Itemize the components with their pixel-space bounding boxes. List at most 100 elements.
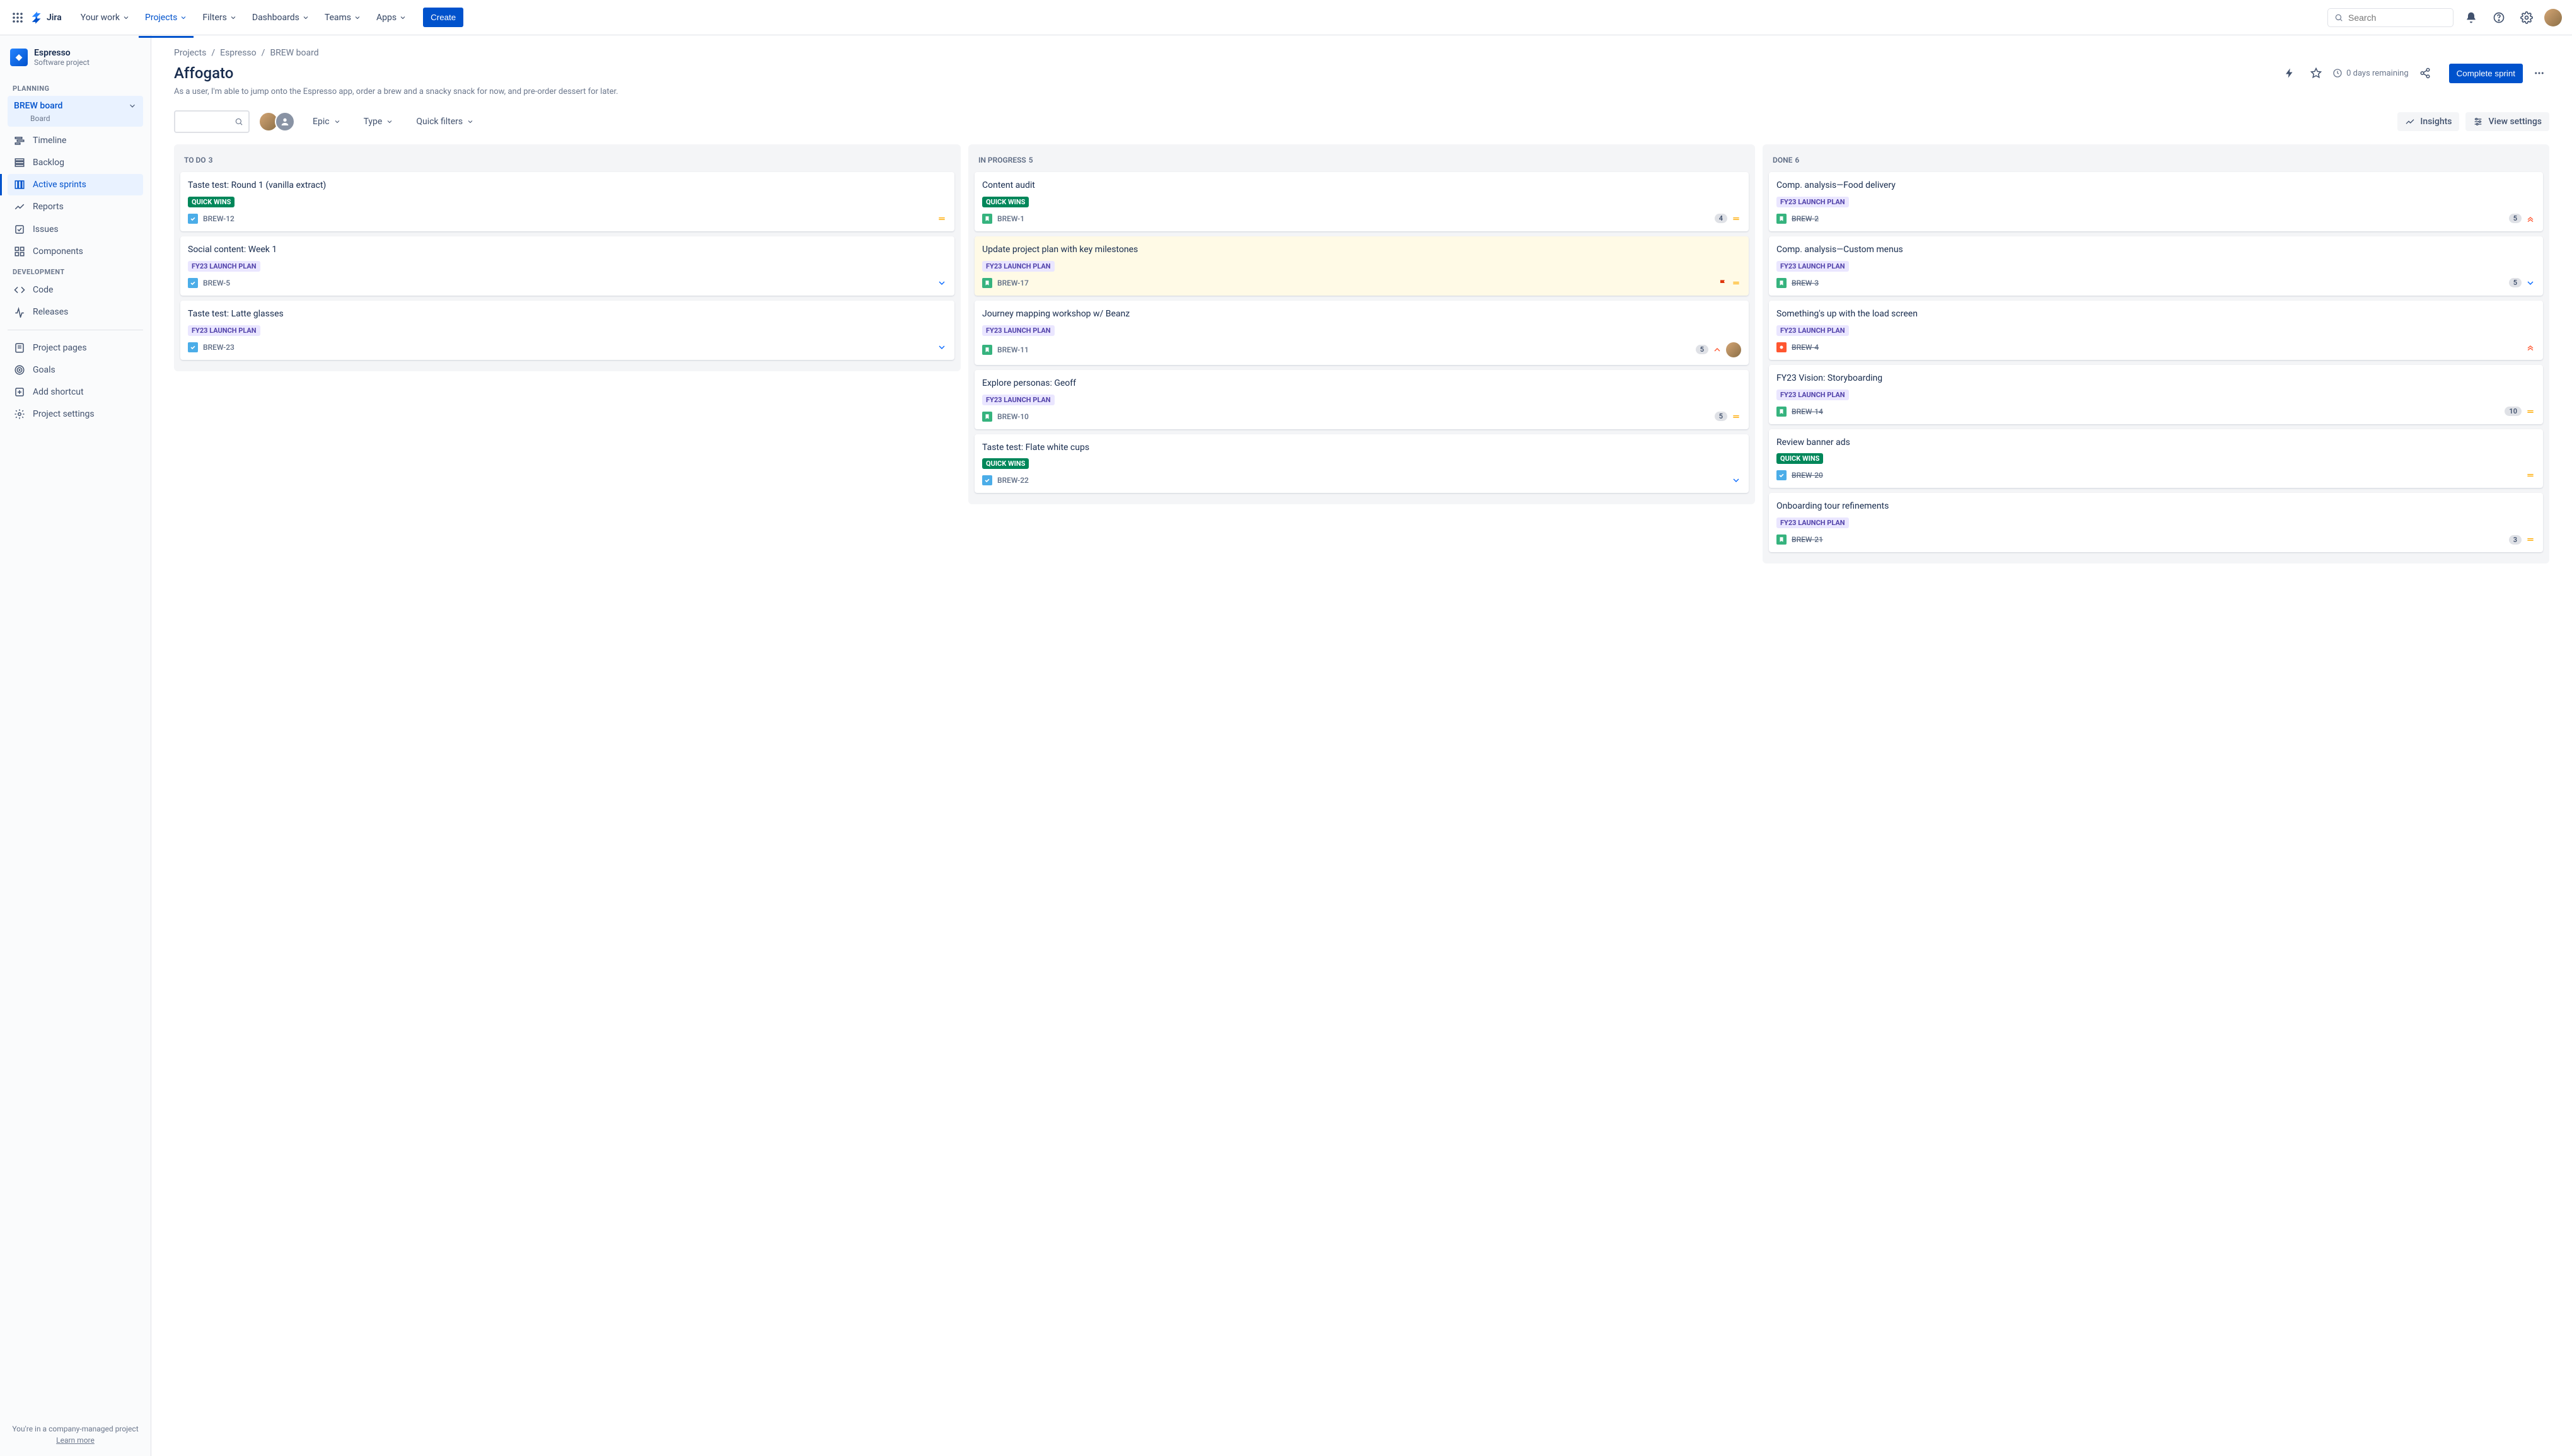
- issue-key[interactable]: BREW-3: [1792, 279, 1819, 287]
- board-search[interactable]: [174, 110, 250, 133]
- priority-medium-icon: [1731, 278, 1741, 288]
- issue-key[interactable]: BREW-2: [1792, 214, 1819, 223]
- issue-card[interactable]: Taste test: Flate white cups QUICK WINS …: [975, 434, 1749, 494]
- unassigned-avatar[interactable]: [275, 112, 295, 132]
- issue-key[interactable]: BREW-21: [1792, 535, 1823, 544]
- issue-key[interactable]: BREW-11: [997, 345, 1029, 354]
- app-switcher-icon[interactable]: [10, 10, 25, 25]
- notifications-icon[interactable]: [2461, 8, 2481, 28]
- issue-card[interactable]: Content audit QUICK WINS BREW-1 4: [975, 172, 1749, 231]
- epic-tag[interactable]: FY23 LAUNCH PLAN: [982, 395, 1055, 405]
- more-icon[interactable]: [2529, 63, 2549, 83]
- sidebar-item-reports[interactable]: Reports: [8, 196, 143, 217]
- jira-logo[interactable]: Jira: [30, 11, 62, 25]
- sidebar-item-components[interactable]: Components: [8, 241, 143, 262]
- epic-tag[interactable]: FY23 LAUNCH PLAN: [1776, 325, 1849, 336]
- sidebar-item-timeline[interactable]: Timeline: [8, 130, 143, 151]
- sidebar-board-name[interactable]: BREW board: [8, 96, 143, 116]
- epic-tag[interactable]: QUICK WINS: [1776, 453, 1823, 464]
- issue-card[interactable]: Journey mapping workshop w/ Beanz FY23 L…: [975, 301, 1749, 365]
- epic-tag[interactable]: FY23 LAUNCH PLAN: [1776, 197, 1849, 207]
- filter-type[interactable]: Type: [359, 113, 399, 130]
- epic-tag[interactable]: FY23 LAUNCH PLAN: [188, 261, 260, 272]
- create-button[interactable]: Create: [423, 8, 463, 27]
- issue-key[interactable]: BREW-22: [997, 476, 1029, 485]
- issue-card[interactable]: Onboarding tour refinements FY23 LAUNCH …: [1769, 493, 2543, 552]
- project-header[interactable]: ◆ Espresso Software project: [8, 48, 143, 67]
- nav-teams[interactable]: Teams: [318, 8, 368, 28]
- filter-quick-filters[interactable]: Quick filters: [411, 113, 479, 130]
- complete-sprint-button[interactable]: Complete sprint: [2449, 64, 2523, 83]
- nav-projects[interactable]: Projects: [139, 8, 194, 28]
- epic-tag[interactable]: FY23 LAUNCH PLAN: [188, 325, 260, 336]
- priority-medium-icon: [1731, 412, 1741, 422]
- issue-card[interactable]: Comp. analysis—Custom menus FY23 LAUNCH …: [1769, 236, 2543, 296]
- nav-filters[interactable]: Filters: [196, 8, 243, 28]
- breadcrumb-item[interactable]: Projects: [174, 48, 206, 58]
- issue-card[interactable]: Taste test: Latte glasses FY23 LAUNCH PL…: [180, 301, 954, 360]
- insights-button[interactable]: Insights: [2397, 112, 2459, 131]
- help-icon[interactable]: [2489, 8, 2509, 28]
- sidebar-item-project-pages[interactable]: Project pages: [8, 337, 143, 359]
- story-points: 3: [2509, 535, 2522, 545]
- assignee-avatar[interactable]: [1726, 342, 1741, 357]
- sidebar-item-active-sprints[interactable]: Active sprints: [8, 174, 143, 195]
- view-settings-button[interactable]: View settings: [2465, 112, 2549, 131]
- sidebar-item-add-shortcut[interactable]: Add shortcut: [8, 381, 143, 403]
- nav-apps[interactable]: Apps: [370, 8, 413, 28]
- card-title: Social content: Week 1: [188, 244, 947, 256]
- filter-epic[interactable]: Epic: [308, 113, 346, 130]
- sidebar-item-project-settings[interactable]: Project settings: [8, 403, 143, 425]
- sidebar-item-goals[interactable]: Goals: [8, 359, 143, 381]
- epic-tag[interactable]: FY23 LAUNCH PLAN: [1776, 517, 1849, 528]
- user-avatar[interactable]: [2544, 9, 2562, 26]
- epic-tag[interactable]: QUICK WINS: [982, 197, 1029, 207]
- issue-card[interactable]: Explore personas: Geoff FY23 LAUNCH PLAN…: [975, 370, 1749, 429]
- issue-key[interactable]: BREW-23: [203, 343, 235, 352]
- issue-key[interactable]: BREW-1: [997, 214, 1024, 223]
- issue-key[interactable]: BREW-4: [1792, 343, 1819, 352]
- epic-tag[interactable]: FY23 LAUNCH PLAN: [982, 325, 1055, 336]
- epic-tag[interactable]: FY23 LAUNCH PLAN: [1776, 390, 1849, 400]
- search-input[interactable]: [2348, 13, 2447, 23]
- assignee-filter[interactable]: [262, 112, 295, 132]
- nav-dashboards[interactable]: Dashboards: [246, 8, 316, 28]
- automation-icon[interactable]: [2279, 63, 2300, 83]
- nav-your-work[interactable]: Your work: [74, 8, 136, 28]
- epic-tag[interactable]: QUICK WINS: [982, 458, 1029, 469]
- breadcrumb-item[interactable]: BREW board: [270, 48, 318, 58]
- issue-key[interactable]: BREW-12: [203, 214, 235, 223]
- sidebar-item-backlog[interactable]: Backlog: [8, 152, 143, 173]
- card-title: Content audit: [982, 180, 1741, 192]
- sidebar-item-issues[interactable]: Issues: [8, 219, 143, 240]
- epic-tag[interactable]: FY23 LAUNCH PLAN: [1776, 261, 1849, 272]
- issue-card[interactable]: Update project plan with key milestones …: [975, 236, 1749, 296]
- story-points: 5: [2509, 278, 2522, 287]
- top-nav: Jira Your work Projects Filters Dashboar…: [0, 0, 2572, 35]
- card-title: Comp. analysis—Food delivery: [1776, 180, 2535, 192]
- story-points: 5: [1715, 412, 1727, 421]
- issue-card[interactable]: Comp. analysis—Food delivery FY23 LAUNCH…: [1769, 172, 2543, 231]
- sidebar-item-releases[interactable]: Releases: [8, 301, 143, 323]
- learn-more-link[interactable]: Learn more: [8, 1436, 143, 1445]
- global-search[interactable]: [2327, 8, 2453, 27]
- issue-key[interactable]: BREW-20: [1792, 471, 1823, 480]
- issue-key[interactable]: BREW-14: [1792, 407, 1823, 416]
- issue-key[interactable]: BREW-5: [203, 279, 230, 287]
- issue-card[interactable]: Something's up with the load screen FY23…: [1769, 301, 2543, 360]
- issue-card[interactable]: Taste test: Round 1 (vanilla extract) QU…: [180, 172, 954, 231]
- share-icon[interactable]: [2415, 63, 2435, 83]
- board-search-input[interactable]: [180, 117, 235, 127]
- settings-icon[interactable]: [2517, 8, 2537, 28]
- issue-key[interactable]: BREW-10: [997, 412, 1029, 421]
- issue-key[interactable]: BREW-17: [997, 279, 1029, 287]
- issue-card[interactable]: Social content: Week 1 FY23 LAUNCH PLAN …: [180, 236, 954, 296]
- issue-card[interactable]: FY23 Vision: Storyboarding FY23 LAUNCH P…: [1769, 365, 2543, 424]
- star-icon[interactable]: [2306, 63, 2326, 83]
- epic-tag[interactable]: FY23 LAUNCH PLAN: [982, 261, 1055, 272]
- epic-tag[interactable]: QUICK WINS: [188, 197, 235, 207]
- issue-card[interactable]: Review banner ads QUICK WINS BREW-20: [1769, 429, 2543, 488]
- breadcrumb-item[interactable]: Espresso: [220, 48, 257, 58]
- column-in-progress: IN PROGRESS5 Content audit QUICK WINS BR…: [968, 144, 1755, 504]
- sidebar-item-code[interactable]: Code: [8, 279, 143, 301]
